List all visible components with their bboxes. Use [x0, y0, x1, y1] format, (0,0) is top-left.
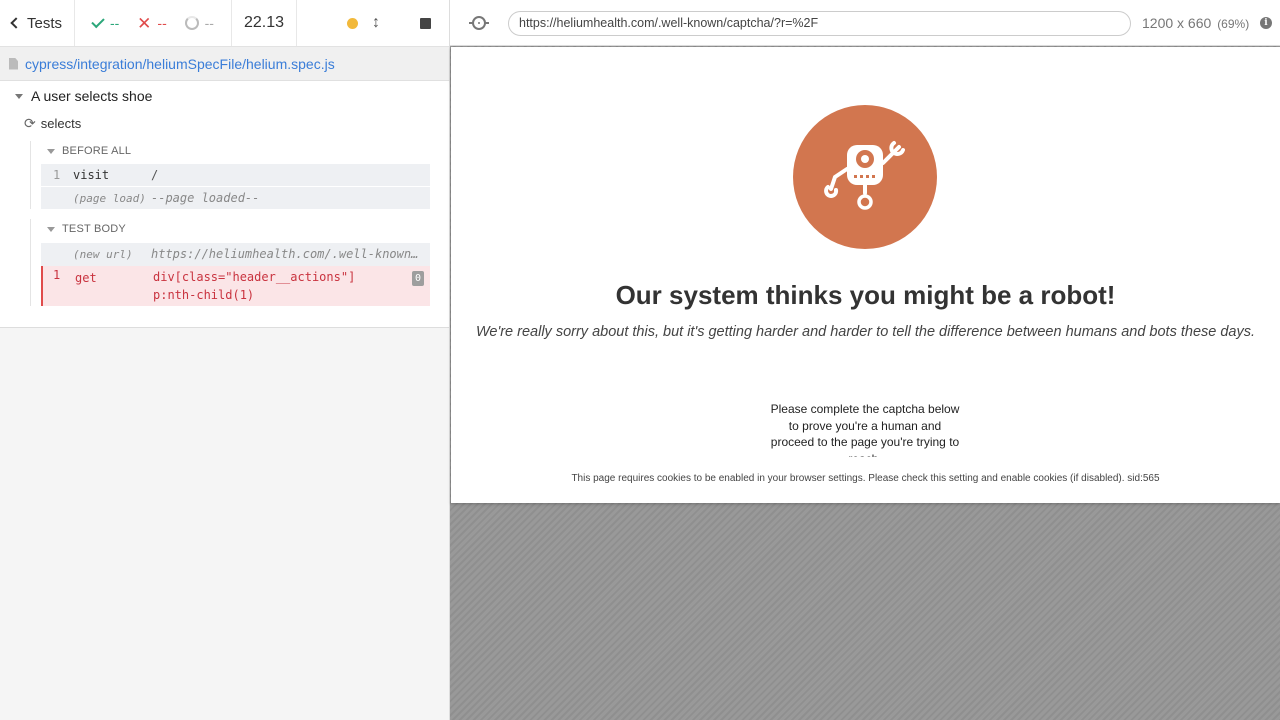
cookie-notice: This page requires cookies to be enabled… — [571, 473, 1160, 484]
stop-icon[interactable] — [420, 17, 431, 29]
status-dot-icon — [347, 17, 358, 29]
file-icon — [9, 57, 18, 70]
check-icon — [91, 14, 105, 29]
passed-count: -- — [109, 15, 120, 31]
pending-count: -- — [204, 15, 214, 31]
failed-count: -- — [157, 15, 167, 31]
pending-circle-icon — [184, 16, 199, 30]
run-controls: ↕ — [297, 0, 449, 46]
tests-label: Tests — [27, 14, 63, 32]
duration: 22.13 — [232, 0, 297, 46]
test-title-text: selects — [40, 116, 82, 131]
hook-title[interactable]: BEFORE ALL — [31, 141, 430, 161]
passed-stat: -- — [91, 14, 120, 31]
captcha-instructions: Please complete the captcha below to pro… — [770, 402, 960, 457]
viewport-scale: (69%) — [1217, 17, 1250, 31]
test-stats: -- ✕ -- -- — [75, 0, 232, 46]
info-icon[interactable]: i — [1260, 17, 1272, 29]
suite-title-text: A user selects shoe — [31, 88, 153, 104]
robot-logo — [793, 105, 937, 249]
failed-stat: ✕ -- — [137, 15, 167, 32]
element-count-badge: 0 — [411, 271, 424, 286]
command-row-failed[interactable]: 1 get div[class="header__actions"] p:nth… — [41, 266, 430, 306]
reporter-header: Tests -- ✕ -- -- 22.13 ↕ — [0, 0, 449, 47]
page-subheading: We're really sorry about this, but it's … — [475, 324, 1256, 340]
test-title[interactable]: ⟳ selects — [24, 115, 81, 132]
app-preview: https://heliumhealth.com/.well-known/cap… — [450, 0, 1280, 720]
url-bar: https://heliumhealth.com/.well-known/cap… — [450, 0, 1280, 46]
pending-stat: -- — [184, 15, 214, 31]
caret-down-icon — [15, 93, 23, 99]
selector-playground-icon[interactable] — [469, 16, 489, 30]
command-row[interactable]: (new url) https://heliumhealth.com/.well… — [41, 243, 430, 266]
reporter-panel: Tests -- ✕ -- -- 22.13 ↕ cypress/integra… — [0, 0, 450, 720]
viewport-info: 1200 x 660 (69%) — [1142, 15, 1249, 31]
viewport-size: 1200 x 660 — [1142, 15, 1212, 31]
spec-bar: cypress/integration/heliumSpecFile/heliu… — [0, 47, 449, 81]
command-row[interactable]: (page load) --page loaded-- — [41, 186, 430, 209]
application-frame: Our system thinks you might be a robot! … — [451, 47, 1280, 503]
hook-before-all: BEFORE ALL 1 visit / (page load) --page … — [30, 141, 430, 209]
robot-icon — [824, 141, 905, 210]
caret-down-icon — [47, 148, 55, 154]
hook-title[interactable]: TEST BODY — [31, 219, 430, 239]
chevron-left-icon — [10, 17, 22, 29]
suite-title[interactable]: A user selects shoe — [15, 86, 152, 106]
page-heading: Our system thinks you might be a robot! — [615, 280, 1116, 310]
url-display[interactable]: https://heliumhealth.com/.well-known/cap… — [508, 11, 1131, 36]
running-refresh-icon: ⟳ — [24, 115, 36, 131]
spec-path-link[interactable]: cypress/integration/heliumSpecFile/heliu… — [25, 56, 335, 72]
tests-button[interactable]: Tests — [0, 0, 76, 46]
auto-scroll-icon[interactable]: ↕ — [372, 15, 380, 31]
x-icon: ✕ — [137, 13, 152, 33]
command-row[interactable]: 1 visit / — [41, 164, 430, 186]
runnable-list: A user selects shoe ⟳ selects BEFORE ALL… — [0, 81, 449, 328]
hook-test-body: TEST BODY (new url) https://heliumhealth… — [30, 219, 430, 306]
caret-down-icon — [47, 226, 55, 232]
